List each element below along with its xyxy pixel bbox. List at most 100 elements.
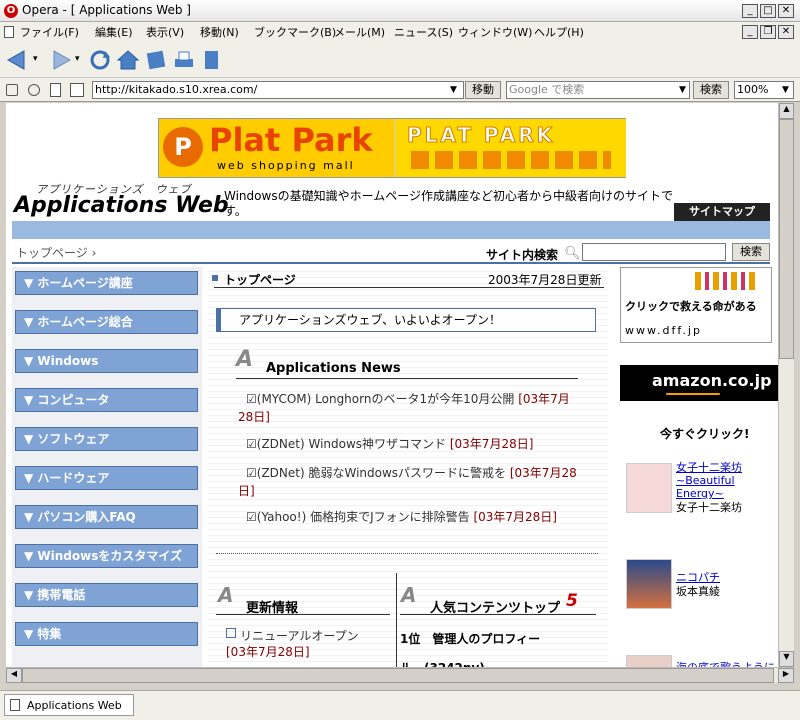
news-item[interactable]: ☑(ZDNet) Windows神ワザコマンド [03年7月28日] <box>238 435 578 453</box>
menu-news[interactable]: ニュース(S) <box>394 24 453 40</box>
news-item[interactable]: ☑(Yahoo!) 価格拘束でJフォンに排除警告 [03年7月28日] <box>238 508 578 526</box>
home-icon[interactable] <box>116 49 140 71</box>
news-a-icon: A <box>236 347 254 372</box>
breadcrumb[interactable]: トップページ › <box>16 244 96 261</box>
hscroll-thumb[interactable] <box>22 668 774 683</box>
news-item[interactable]: ☑(ZDNet) 脆弱なWindowsパスワードに警戒を [03年7月28日] <box>238 464 578 500</box>
amazon-banner[interactable]: amazon.co.jp <box>620 365 778 401</box>
menu-window[interactable]: ウィンドウ(W) <box>458 24 532 40</box>
horizontal-scrollbar[interactable]: ◀ ▶ <box>6 667 794 683</box>
cookie-icon[interactable] <box>28 84 40 96</box>
popular-rule <box>400 614 596 615</box>
sidebar-item-hardware[interactable]: ▼ ハードウェア <box>15 466 198 490</box>
news-title: Applications News <box>266 361 401 376</box>
print-icon[interactable] <box>172 49 196 71</box>
sidebar-item-special[interactable]: ▼ 特集 <box>15 622 198 646</box>
menu-view[interactable]: 表示(V) <box>146 24 184 40</box>
doc-restore-button[interactable]: ❐ <box>760 25 776 39</box>
banner-icons-strip <box>411 151 611 169</box>
amazon-logo: amazon.co.jp <box>652 371 772 390</box>
menu-mail[interactable]: メール(M) <box>334 24 385 40</box>
address-toolbar: http://kitakado.s10.xrea.com/ ▼ 移動 Googl… <box>0 78 800 102</box>
news-item-text[interactable]: ☑(Yahoo!) 価格拘束でJフォンに排除警告 <box>238 510 470 524</box>
menu-navigate[interactable]: 移動(N) <box>200 24 239 40</box>
forward-icon[interactable] <box>48 49 72 71</box>
doc-close-button[interactable]: ✕ <box>778 25 794 39</box>
site-search-button[interactable]: 検索 <box>732 243 770 261</box>
news-item-text[interactable]: ☑(ZDNet) Windows神ワザコマンド <box>238 437 446 451</box>
dff-people-icon <box>695 272 755 290</box>
doc-minimize-button[interactable]: _ <box>742 25 758 39</box>
album-artist-1: 女子十二楽坊 <box>676 501 742 514</box>
update-item[interactable]: リニューアルオープン <box>240 627 359 644</box>
sidebar-item-homepage-general[interactable]: ▼ ホームページ総合 <box>15 310 198 334</box>
news-item-date: [03年7月28日] <box>473 510 557 524</box>
popular-a-icon: A <box>401 583 417 607</box>
news-item-text[interactable]: ☑(MYCOM) Longhornのベータ1が今年10月公開 <box>238 392 514 406</box>
back-icon[interactable] <box>6 49 30 71</box>
sidebar-item-pc-faq[interactable]: ▼ パソコン購入FAQ <box>15 505 198 529</box>
save-icon[interactable] <box>70 83 84 97</box>
sidebar-item-software[interactable]: ▼ ソフトウェア <box>15 427 198 451</box>
title-bar: O Opera - [ Applications Web ] _ □ ✕ <box>0 0 800 22</box>
arrow-box-icon <box>226 628 236 638</box>
go-button[interactable]: 移動 <box>465 81 501 99</box>
search-button[interactable]: 検索 <box>693 81 729 99</box>
menu-edit[interactable]: 編集(E) <box>95 24 133 40</box>
search-input[interactable]: Google で検索 <box>506 81 690 99</box>
news-rule <box>236 378 578 379</box>
dff-banner[interactable]: クリックで救える命がある www.dff.jp <box>620 267 772 343</box>
bookmarks-icon[interactable] <box>144 49 168 71</box>
scroll-up-icon[interactable]: ▲ <box>779 103 794 119</box>
site-search-input[interactable] <box>582 243 726 261</box>
tab-page-icon <box>10 699 20 711</box>
minimize-button[interactable]: _ <box>742 4 758 18</box>
album-title-3[interactable]: 海の底で歌うように <box>676 659 775 667</box>
tab-bar: Applications Web <box>0 690 800 720</box>
album-title-1[interactable]: 女子十二楽坊 ~Beautiful Energy~ <box>676 461 766 500</box>
announcement-box: アプリケーションズウェブ、いよいよオープン！ <box>216 308 596 332</box>
scroll-down-icon[interactable]: ▼ <box>779 651 794 667</box>
address-input[interactable]: http://kitakado.s10.xrea.com/ <box>92 81 464 99</box>
sidebar-item-mobile[interactable]: ▼ 携帯電話 <box>15 583 198 607</box>
zoom-dropdown-icon[interactable]: ▼ <box>782 85 789 95</box>
scroll-left-icon[interactable]: ◀ <box>6 668 22 683</box>
address-dropdown-icon[interactable]: ▼ <box>450 85 457 95</box>
site-tagline: Windowsの基礎知識やホームページ作成講座など初心者から中級者向けのサイトで… <box>224 189 673 218</box>
lock-icon[interactable] <box>6 84 18 96</box>
news-item-text[interactable]: ☑(ZDNet) 脆弱なWindowsパスワードに警戒を <box>238 466 506 480</box>
sitemap-link[interactable]: サイトマップ <box>674 203 770 221</box>
scroll-thumb[interactable] <box>779 119 794 359</box>
scroll-right-icon[interactable]: ▶ <box>778 668 794 683</box>
tab-applications-web[interactable]: Applications Web <box>4 694 134 716</box>
page-info-icon[interactable] <box>50 83 61 97</box>
menu-file[interactable]: ファイル(F) <box>20 24 79 40</box>
sidebar-item-computer[interactable]: ▼ コンピュータ <box>15 388 198 412</box>
news-item[interactable]: ☑(MYCOM) Longhornのベータ1が今年10月公開 [03年7月28日… <box>238 390 578 426</box>
search-dropdown-icon[interactable]: ▼ <box>679 85 686 95</box>
forward-dropdown-icon[interactable]: ▾ <box>75 54 80 64</box>
album-cover-2[interactable] <box>626 559 672 609</box>
document-icon[interactable] <box>200 49 224 71</box>
platpark-banner[interactable]: P Plat Park web shopping mall PLAT PARK <box>158 118 626 178</box>
main-heading: トップページ <box>224 273 296 287</box>
close-button[interactable]: ✕ <box>778 4 794 18</box>
album-artist-2: 坂本真綾 <box>676 585 720 598</box>
maximize-button[interactable]: □ <box>760 4 776 18</box>
reload-icon[interactable] <box>88 49 112 71</box>
site-logo[interactable]: Applications Web <box>14 193 229 218</box>
back-dropdown-icon[interactable]: ▾ <box>33 54 38 64</box>
sidebar-item-homepage-course[interactable]: ▼ ホームページ講座 <box>15 271 198 295</box>
vertical-scrollbar[interactable]: ▲ ▼ <box>778 103 794 667</box>
album-cover-3[interactable] <box>626 655 672 667</box>
album-cover-1[interactable] <box>626 463 672 513</box>
menu-help[interactable]: ヘルプ(H) <box>534 24 584 40</box>
popular-item-1[interactable]: 1位 管理人のプロフィー <box>400 630 540 647</box>
menu-bookmarks[interactable]: ブックマーク(B) <box>254 24 336 40</box>
sidebar-item-windows[interactable]: ▼ Windows <box>15 349 198 373</box>
banner-right-text: PLAT PARK <box>406 123 556 148</box>
sidebar-item-customize[interactable]: ▼ Windowsをカスタマイズ <box>15 544 198 568</box>
update-rule <box>216 614 390 615</box>
heading-rule <box>214 287 604 288</box>
dff-text: クリックで救える命がある <box>625 300 757 313</box>
